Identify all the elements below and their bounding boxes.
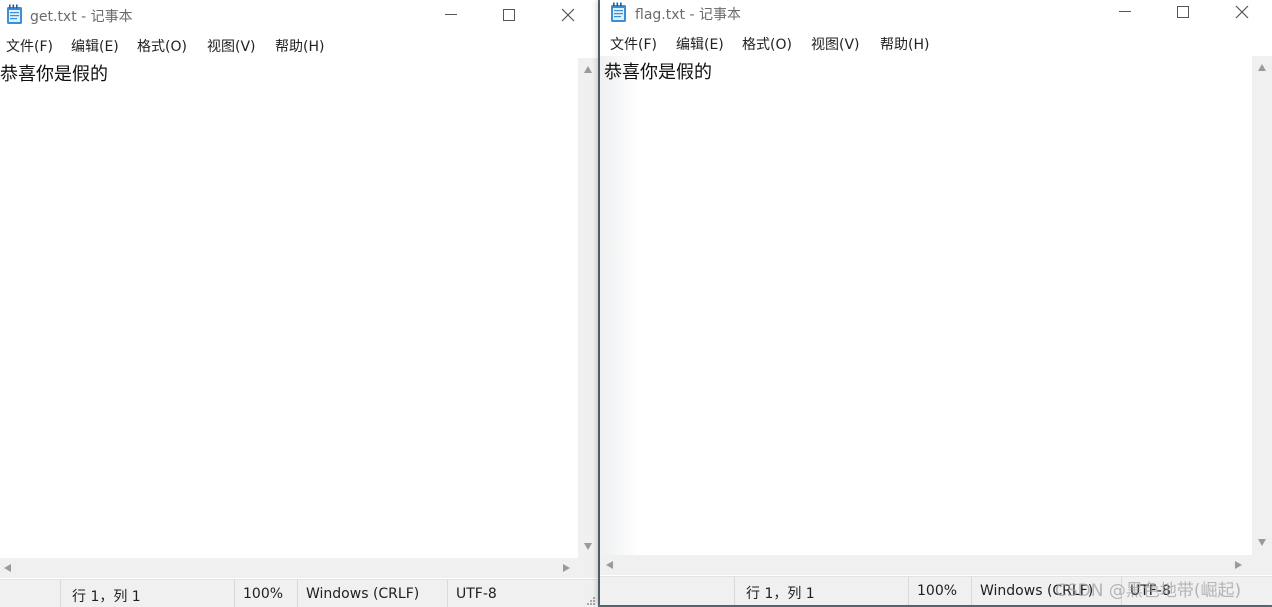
status-divider [971, 577, 972, 605]
status-bar: 行 1，列 1 100% Windows (CRLF) UTF-8 [0, 579, 598, 607]
menu-format[interactable]: 格式(O) [742, 34, 792, 54]
close-button[interactable] [1213, 0, 1271, 30]
scroll-up-icon[interactable] [584, 66, 592, 73]
status-bar: 行 1，列 1 100% Windows (CRLF) UTF-8 [600, 576, 1272, 605]
status-cursor-position: 行 1，列 1 [746, 586, 815, 602]
horizontal-scrollbar[interactable] [0, 558, 578, 578]
menu-format[interactable]: 格式(O) [137, 36, 187, 56]
maximize-button[interactable] [480, 0, 538, 30]
status-divider [60, 580, 61, 607]
menu-help[interactable]: 帮助(H) [275, 36, 324, 56]
scroll-down-icon[interactable] [1258, 539, 1266, 546]
status-line-endings: Windows (CRLF) [980, 583, 1094, 599]
status-divider [447, 580, 448, 607]
editor-content: 恭喜你是假的 [604, 62, 712, 83]
text-editor[interactable]: 恭喜你是假的 [0, 58, 578, 558]
menu-view[interactable]: 视图(V) [207, 36, 256, 56]
text-editor[interactable]: 恭喜你是假的 [600, 56, 1252, 556]
horizontal-scrollbar[interactable] [600, 555, 1252, 575]
menu-file[interactable]: 文件(F) [610, 34, 657, 54]
window-title: get.txt - 记事本 [30, 9, 133, 25]
menu-view[interactable]: 视图(V) [811, 34, 860, 54]
title-bar[interactable]: get.txt - 记事本 [0, 0, 598, 30]
menu-edit[interactable]: 编辑(E) [71, 36, 119, 56]
status-zoom: 100% [243, 586, 284, 602]
editor-content: 恭喜你是假的 [0, 64, 108, 85]
minimize-button[interactable] [422, 0, 480, 30]
maximize-icon [503, 9, 515, 21]
menu-bar: 文件(F) 编辑(E) 格式(O) 视图(V) 帮助(H) [0, 32, 598, 56]
minimize-icon [445, 14, 457, 15]
status-divider [234, 580, 235, 607]
vertical-scrollbar[interactable] [578, 58, 598, 558]
window-title: flag.txt - 记事本 [635, 7, 741, 23]
status-divider [734, 577, 735, 605]
status-divider [297, 580, 298, 607]
maximize-icon [1177, 6, 1189, 18]
scroll-corner [1252, 555, 1272, 575]
status-line-endings: Windows (CRLF) [306, 586, 420, 602]
status-encoding: UTF-8 [1130, 583, 1171, 599]
close-button[interactable] [539, 0, 597, 30]
close-icon [1235, 5, 1249, 19]
scroll-left-icon[interactable] [4, 564, 11, 572]
status-zoom: 100% [917, 583, 958, 599]
minimize-button[interactable] [1096, 0, 1154, 30]
scroll-right-icon[interactable] [563, 564, 570, 572]
menu-edit[interactable]: 编辑(E) [676, 34, 724, 54]
scroll-corner [578, 558, 598, 578]
scroll-up-icon[interactable] [1258, 64, 1266, 71]
status-divider [1121, 577, 1122, 605]
notepad-window-get[interactable]: get.txt - 记事本 文件(F) 编辑(E) 格式(O) 视图(V) 帮助… [0, 0, 598, 607]
maximize-button[interactable] [1154, 0, 1212, 30]
status-encoding: UTF-8 [456, 586, 497, 602]
title-bar[interactable]: flag.txt - 记事本 [600, 0, 1272, 30]
scroll-right-icon[interactable] [1235, 561, 1242, 569]
menu-help[interactable]: 帮助(H) [880, 34, 929, 54]
menu-file[interactable]: 文件(F) [6, 36, 53, 56]
vertical-scrollbar[interactable] [1252, 56, 1272, 556]
notepad-icon [7, 4, 22, 24]
resize-grip-icon[interactable] [586, 596, 596, 606]
close-icon [561, 8, 575, 22]
scroll-left-icon[interactable] [606, 561, 613, 569]
notepad-icon [611, 2, 626, 22]
notepad-window-flag[interactable]: flag.txt - 记事本 文件(F) 编辑(E) 格式(O) 视图(V) 帮… [600, 0, 1272, 605]
scroll-down-icon[interactable] [584, 543, 592, 550]
status-cursor-position: 行 1，列 1 [72, 589, 141, 605]
status-divider [908, 577, 909, 605]
menu-bar: 文件(F) 编辑(E) 格式(O) 视图(V) 帮助(H) [600, 30, 1272, 54]
minimize-icon [1119, 11, 1131, 12]
